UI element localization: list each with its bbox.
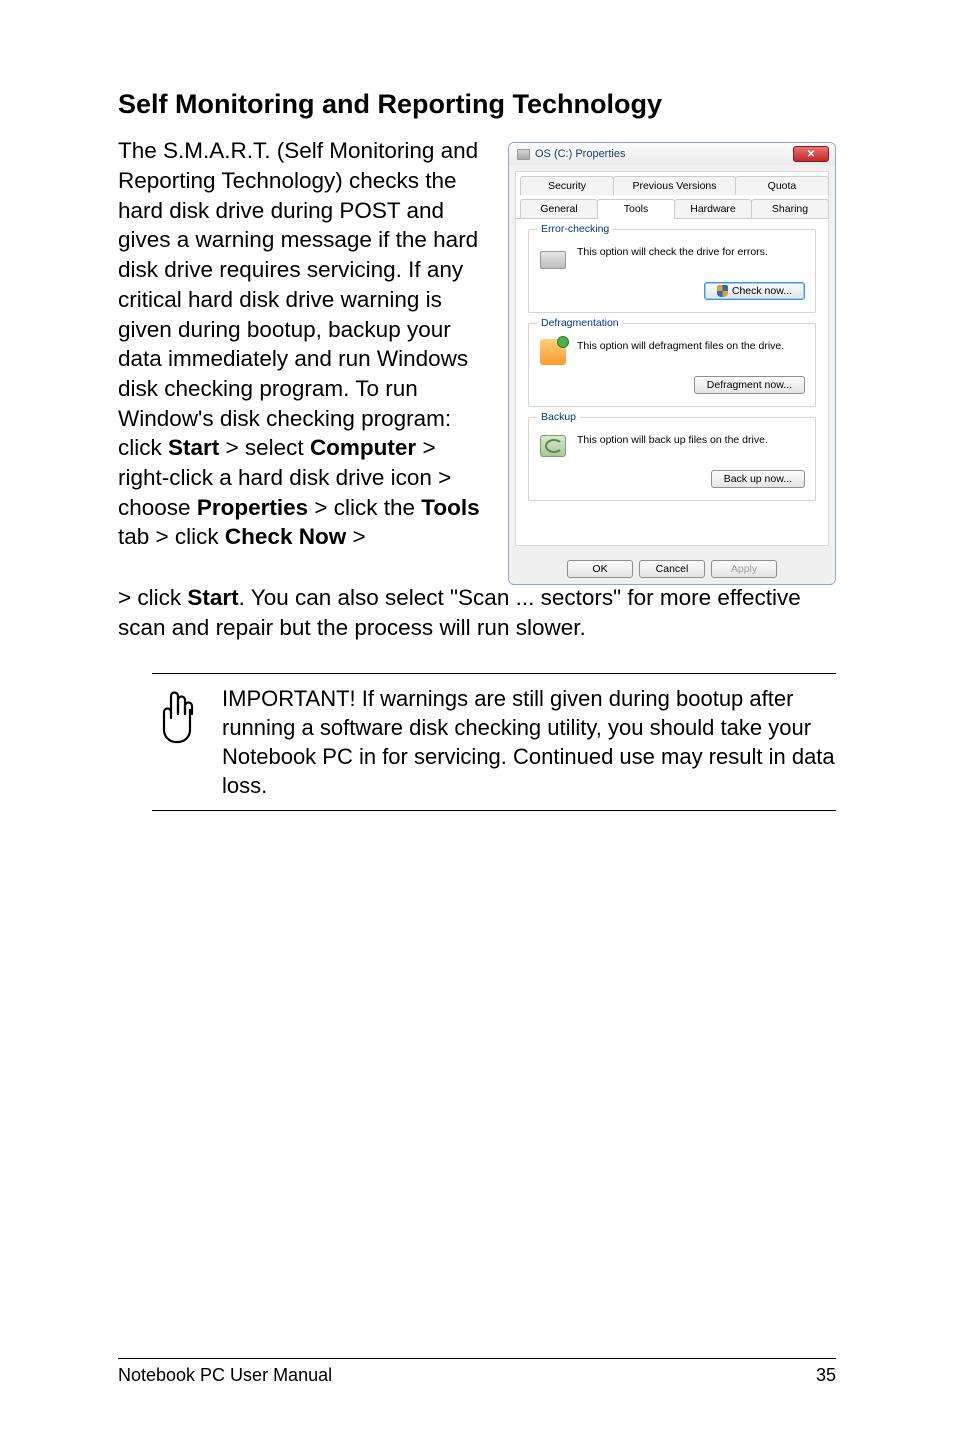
dialog-body: Security Previous Versions Quota General…: [515, 171, 829, 546]
dialog-title: OS (C:) Properties: [517, 148, 625, 160]
bold-properties: Properties: [197, 495, 308, 520]
check-now-label: Check now...: [732, 285, 792, 297]
drive-icon: [517, 149, 530, 160]
tabs-row-back: Security Previous Versions Quota: [516, 172, 828, 195]
bold-check-now: Check Now: [225, 524, 346, 549]
legend-defrag: Defragmentation: [537, 317, 623, 329]
body-text-1: The S.M.A.R.T. (Self Monitoring and Repo…: [118, 138, 478, 460]
dialog-titlebar: OS (C:) Properties ✕: [509, 143, 835, 165]
footer-left: Notebook PC User Manual: [118, 1365, 332, 1386]
important-note: IMPORTANT! If warnings are still given d…: [152, 673, 836, 811]
defrag-icon: [539, 338, 567, 366]
bold-start: Start: [168, 435, 219, 460]
disk-check-icon: [539, 244, 567, 272]
tabs-stack: Security Previous Versions Quota General…: [516, 172, 828, 219]
bold-computer: Computer: [310, 435, 416, 460]
cancel-button[interactable]: Cancel: [639, 560, 705, 578]
tab-sharing[interactable]: Sharing: [751, 199, 829, 218]
ok-button[interactable]: OK: [567, 560, 633, 578]
shield-icon: [717, 285, 728, 297]
group-error-checking: Error-checking This option will check th…: [528, 229, 816, 313]
legend-error-checking: Error-checking: [537, 223, 613, 235]
body-paragraph-after: > click Start. You can also select "Scan…: [118, 583, 836, 642]
body-text-2: > select: [219, 435, 310, 460]
defragment-now-button[interactable]: Defragment now...: [694, 376, 805, 394]
content-wrap: The S.M.A.R.T. (Self Monitoring and Repo…: [118, 136, 836, 585]
body-text-5: tab > click: [118, 524, 225, 549]
properties-dialog: OS (C:) Properties ✕ Security Previous V…: [508, 142, 836, 585]
group-defragmentation: Defragmentation This option will defragm…: [528, 323, 816, 407]
text-defrag: This option will defragment files on the…: [577, 340, 784, 352]
tab-security[interactable]: Security: [520, 176, 614, 195]
close-button[interactable]: ✕: [793, 146, 829, 162]
bold-tools: Tools: [421, 495, 479, 520]
tab-previous-versions[interactable]: Previous Versions: [613, 176, 736, 195]
tabs-row-front: General Tools Hardware Sharing: [516, 195, 828, 219]
page-footer: Notebook PC User Manual 35: [118, 1358, 836, 1386]
row-defrag: This option will defragment files on the…: [539, 338, 805, 366]
back-up-now-button[interactable]: Back up now...: [711, 470, 805, 488]
section-heading: Self Monitoring and Reporting Technology: [118, 88, 836, 120]
legend-backup: Backup: [537, 411, 580, 423]
note-text: IMPORTANT! If warnings are still given d…: [222, 684, 836, 800]
dialog-title-text: OS (C:) Properties: [535, 148, 625, 160]
backup-icon: [539, 432, 567, 460]
dialog-button-row: OK Cancel Apply: [509, 552, 835, 584]
tab-general[interactable]: General: [520, 199, 598, 218]
row-backup: This option will back up files on the dr…: [539, 432, 805, 460]
tab-quota[interactable]: Quota: [735, 176, 829, 195]
check-now-button[interactable]: Check now...: [704, 282, 805, 300]
tab-hardware[interactable]: Hardware: [674, 199, 752, 218]
row-error-checking: This option will check the drive for err…: [539, 244, 805, 272]
body-paragraph-left: The S.M.A.R.T. (Self Monitoring and Repo…: [118, 136, 490, 585]
group-backup: Backup This option will back up files on…: [528, 417, 816, 501]
footer-page-number: 35: [816, 1365, 836, 1386]
text-error-checking: This option will check the drive for err…: [577, 246, 768, 258]
apply-button[interactable]: Apply: [711, 560, 777, 578]
body-text-7a: > click: [118, 585, 187, 610]
text-backup: This option will back up files on the dr…: [577, 434, 768, 446]
btn-row-backup: Back up now...: [539, 470, 805, 488]
btn-row-defrag: Defragment now...: [539, 376, 805, 394]
bold-start-2: Start: [187, 585, 238, 610]
btn-row-error-checking: Check now...: [539, 282, 805, 300]
body-text-4: > click the: [308, 495, 421, 520]
tab-tools[interactable]: Tools: [597, 199, 675, 219]
hand-icon: [152, 688, 200, 744]
body-text-6: >: [346, 524, 365, 549]
